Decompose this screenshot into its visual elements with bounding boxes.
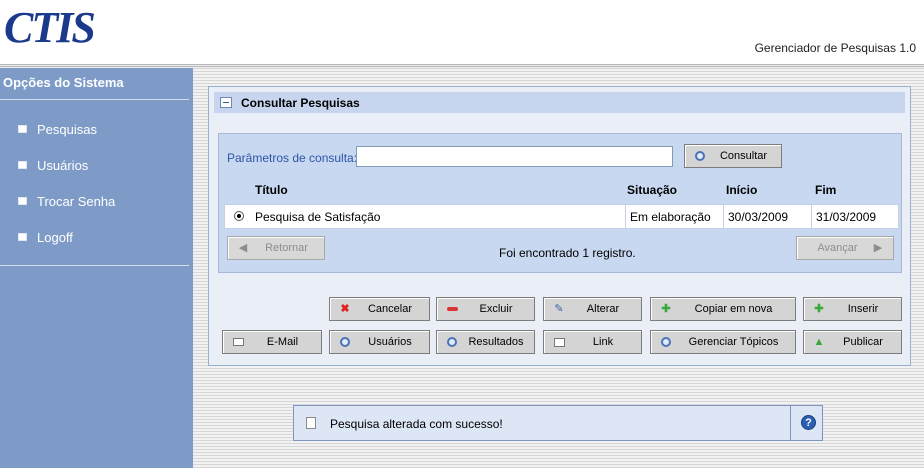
cell-inicio: 30/03/2009: [724, 205, 812, 228]
sidebar-item-label: Pesquisas: [37, 121, 97, 137]
query-box: Parâmetros de consulta: Consultar Título…: [218, 133, 902, 273]
publicar-button[interactable]: ▲ Publicar: [803, 330, 902, 354]
column-header-situacao: Situação: [627, 183, 678, 197]
publish-icon: ▲: [813, 336, 825, 348]
sidebar-item-trocar-senha[interactable]: Trocar Senha: [18, 192, 115, 210]
sidebar-item-usuarios[interactable]: Usuários: [18, 156, 88, 174]
panel-title: Consultar Pesquisas: [241, 95, 360, 110]
arrow-right-icon: ▶: [873, 242, 883, 254]
sidebar-item-label: Trocar Senha: [37, 193, 116, 209]
table-row[interactable]: Pesquisa de Satisfação Em elaboração 30/…: [224, 204, 899, 229]
copiar-em-nova-button[interactable]: ✚ Copiar em nova: [650, 297, 796, 321]
help-icon[interactable]: ?: [801, 415, 816, 430]
link-button[interactable]: Link: [543, 330, 642, 354]
envelope-open-icon: [553, 336, 565, 348]
bullet-icon: [18, 125, 27, 133]
search-icon: [694, 150, 706, 162]
sidebar-item-logoff[interactable]: Logoff: [18, 228, 73, 246]
row-select-radio[interactable]: [234, 211, 244, 221]
sidebar-item-label: Usuários: [37, 157, 89, 173]
column-header-fim: Fim: [815, 183, 837, 197]
sidebar-title: Opções do Sistema: [3, 75, 124, 90]
usuarios-button[interactable]: Usuários: [329, 330, 430, 354]
sidebar-item-pesquisas[interactable]: Pesquisas: [18, 120, 97, 138]
arrow-left-icon: ◀: [238, 242, 248, 254]
cell-situacao: Em elaboração: [626, 205, 724, 228]
bullet-icon: [18, 197, 27, 205]
column-header-inicio: Início: [726, 183, 758, 197]
email-button[interactable]: E-Mail: [222, 330, 322, 354]
panel-header: Consultar Pesquisas: [214, 92, 905, 113]
cell-fim: 31/03/2009: [816, 209, 877, 224]
ctis-logo: CTIS: [4, 3, 96, 52]
cell-titulo: Pesquisa de Satisfação: [251, 205, 626, 228]
status-message: Pesquisa alterada com sucesso! ?: [293, 405, 823, 441]
pencil-icon: ✎: [554, 303, 564, 315]
retornar-button[interactable]: ◀ Retornar: [227, 236, 325, 260]
sidebar: Opções do Sistema Pesquisas Usuários Tro…: [0, 68, 193, 468]
params-label: Parâmetros de consulta:: [227, 151, 358, 165]
cancel-icon: ✖: [340, 303, 350, 315]
sidebar-divider: [0, 265, 189, 266]
cancelar-button[interactable]: ✖ Cancelar: [329, 297, 430, 321]
avancar-button[interactable]: ▶ Avançar: [796, 236, 894, 260]
sidebar-divider: [0, 99, 189, 100]
inserir-button[interactable]: ✚ Inserir: [803, 297, 902, 321]
status-message-text: Pesquisa alterada com sucesso!: [330, 417, 503, 431]
sidebar-item-label: Logoff: [37, 229, 73, 245]
alterar-button[interactable]: ✎ Alterar: [543, 297, 642, 321]
result-count: Foi encontrado 1 registro.: [499, 246, 636, 260]
plus-icon: ✚: [814, 303, 824, 315]
search-input[interactable]: [356, 146, 673, 167]
header: CTIS Gerenciador de Pesquisas 1.0: [0, 0, 924, 64]
app-title: Gerenciador de Pesquisas 1.0: [754, 41, 916, 55]
search-icon: [660, 336, 672, 348]
document-icon: [306, 417, 316, 429]
resultados-button[interactable]: Resultados: [436, 330, 535, 354]
gerenciar-topicos-button[interactable]: Gerenciar Tópicos: [650, 330, 796, 354]
bullet-icon: [18, 233, 27, 241]
search-icon: [446, 336, 458, 348]
column-header-titulo: Título: [255, 183, 288, 197]
excluir-button[interactable]: Excluir: [436, 297, 535, 321]
minimize-icon[interactable]: [220, 97, 232, 108]
bullet-icon: [18, 161, 27, 169]
plus-icon: ✚: [661, 303, 671, 315]
delete-icon: [446, 303, 458, 315]
consult-panel: Consultar Pesquisas Parâmetros de consul…: [208, 86, 911, 366]
consultar-button[interactable]: Consultar: [684, 144, 782, 168]
envelope-icon: [232, 336, 244, 348]
divider: [790, 406, 791, 440]
search-icon: [339, 336, 351, 348]
